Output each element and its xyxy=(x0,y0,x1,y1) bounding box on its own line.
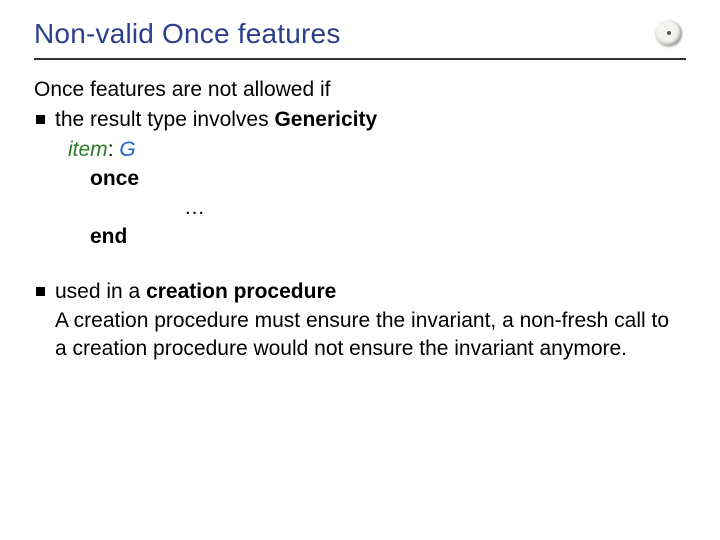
slide-title: Non-valid Once features xyxy=(34,18,341,50)
slide: Non-valid Once features Once features ar… xyxy=(0,0,720,540)
bullet-pre: used in a xyxy=(55,280,146,303)
bullet-creation: used in a creation procedure A creation … xyxy=(36,278,686,362)
bullet-marker-icon xyxy=(36,287,45,296)
spacer xyxy=(34,252,686,278)
bullet-head: used in a creation procedure xyxy=(55,278,686,306)
bullet-pre: the result type involves xyxy=(55,108,274,131)
bullet-genericity: the result type involves Genericity xyxy=(36,106,686,134)
code-line-decl: item: G xyxy=(68,136,686,165)
bullet-marker-icon xyxy=(36,115,45,124)
code-ellipsis: … xyxy=(184,194,686,223)
bullet-para: A creation procedure must ensure the inv… xyxy=(55,307,686,362)
code-ident: item xyxy=(68,138,108,161)
logo-icon xyxy=(656,20,682,46)
code-type: G xyxy=(119,138,135,161)
bullet-bold: creation procedure xyxy=(146,280,336,303)
code-block: item: G once … end xyxy=(68,136,686,252)
code-colon: : xyxy=(108,138,120,161)
bullet-bold: Genericity xyxy=(274,108,377,131)
code-keyword-end: end xyxy=(90,223,686,252)
bullet-body: used in a creation procedure A creation … xyxy=(55,278,686,362)
intro-text: Once features are not allowed if xyxy=(34,78,686,102)
code-keyword-once: once xyxy=(90,165,686,194)
bullet-text: the result type involves Genericity xyxy=(55,106,377,134)
header: Non-valid Once features xyxy=(34,18,686,60)
